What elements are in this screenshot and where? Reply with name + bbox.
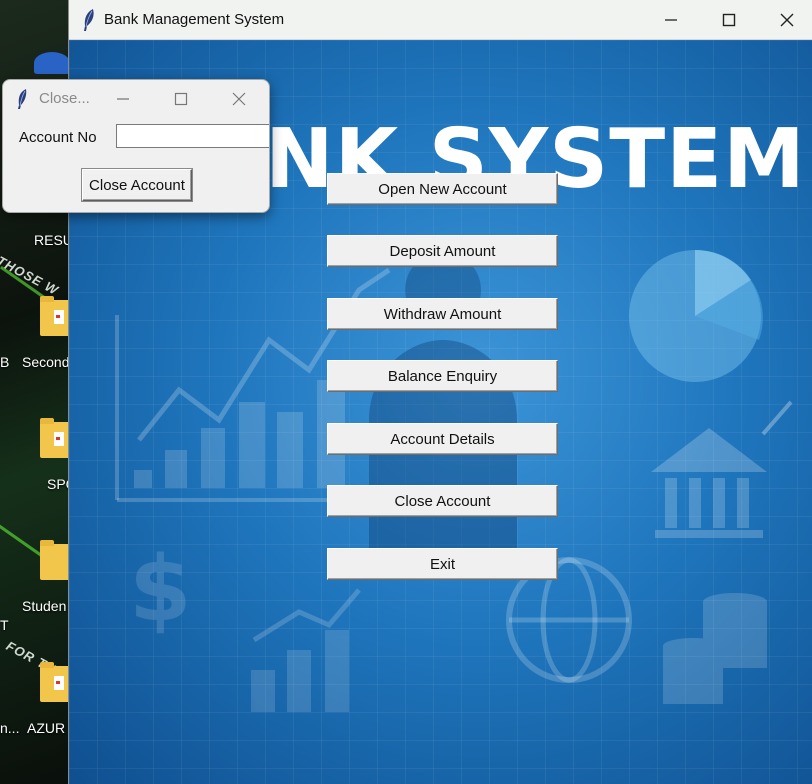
minimize-button[interactable] bbox=[641, 0, 701, 40]
close-account-button[interactable]: Close Account bbox=[327, 485, 558, 517]
main-titlebar[interactable]: Bank Management System bbox=[69, 0, 812, 40]
maximize-icon bbox=[722, 13, 736, 27]
desktop-icon-label[interactable]: SPC bbox=[47, 476, 70, 492]
desktop-icon-label[interactable]: AZUR bbox=[27, 720, 65, 736]
folder-icon[interactable] bbox=[40, 296, 70, 336]
close-button[interactable] bbox=[757, 0, 812, 40]
open-new-account-button[interactable]: Open New Account bbox=[327, 173, 558, 205]
account-no-label: Account No bbox=[19, 129, 97, 146]
desktop-icon-label[interactable]: T bbox=[0, 617, 9, 633]
close-icon bbox=[232, 92, 246, 106]
dialog-close-button[interactable] bbox=[219, 86, 259, 112]
dialog-title: Close... bbox=[39, 90, 90, 107]
folder-icon[interactable] bbox=[40, 418, 70, 458]
desktop-icon-label[interactable]: B bbox=[0, 354, 9, 370]
desktop-icon-label[interactable]: Second bbox=[22, 354, 69, 370]
minimize-icon bbox=[665, 19, 677, 21]
desktop-icon-label[interactable]: n... bbox=[0, 720, 19, 736]
close-account-dialog: Close... Account No Close Account bbox=[2, 79, 270, 213]
desktop-icon-label[interactable]: Studen bbox=[22, 598, 66, 614]
close-icon bbox=[780, 13, 794, 27]
window-title: Bank Management System bbox=[104, 11, 285, 28]
desktop-icon-label[interactable]: RESU bbox=[34, 232, 70, 248]
feather-icon bbox=[84, 9, 94, 31]
dialog-maximize-button[interactable] bbox=[161, 86, 201, 112]
dialog-minimize-button[interactable] bbox=[103, 86, 143, 112]
svg-text:$: $ bbox=[129, 537, 192, 642]
desktop-app-icon[interactable] bbox=[34, 52, 70, 74]
balance-enquiry-button[interactable]: Balance Enquiry bbox=[327, 360, 558, 392]
folder-icon[interactable] bbox=[40, 662, 70, 702]
feather-icon bbox=[18, 89, 27, 109]
minimize-icon bbox=[117, 98, 129, 100]
folder-icon[interactable] bbox=[40, 540, 70, 580]
dialog-close-account-button[interactable]: Close Account bbox=[82, 169, 192, 201]
account-details-button[interactable]: Account Details bbox=[327, 423, 558, 455]
maximize-icon bbox=[174, 92, 188, 106]
withdraw-amount-button[interactable]: Withdraw Amount bbox=[327, 298, 558, 330]
exit-button[interactable]: Exit bbox=[327, 548, 558, 580]
maximize-button[interactable] bbox=[699, 0, 759, 40]
deposit-amount-button[interactable]: Deposit Amount bbox=[327, 235, 558, 267]
account-no-input[interactable] bbox=[116, 124, 269, 148]
wallpaper-slogan: THOSE W bbox=[0, 252, 62, 299]
